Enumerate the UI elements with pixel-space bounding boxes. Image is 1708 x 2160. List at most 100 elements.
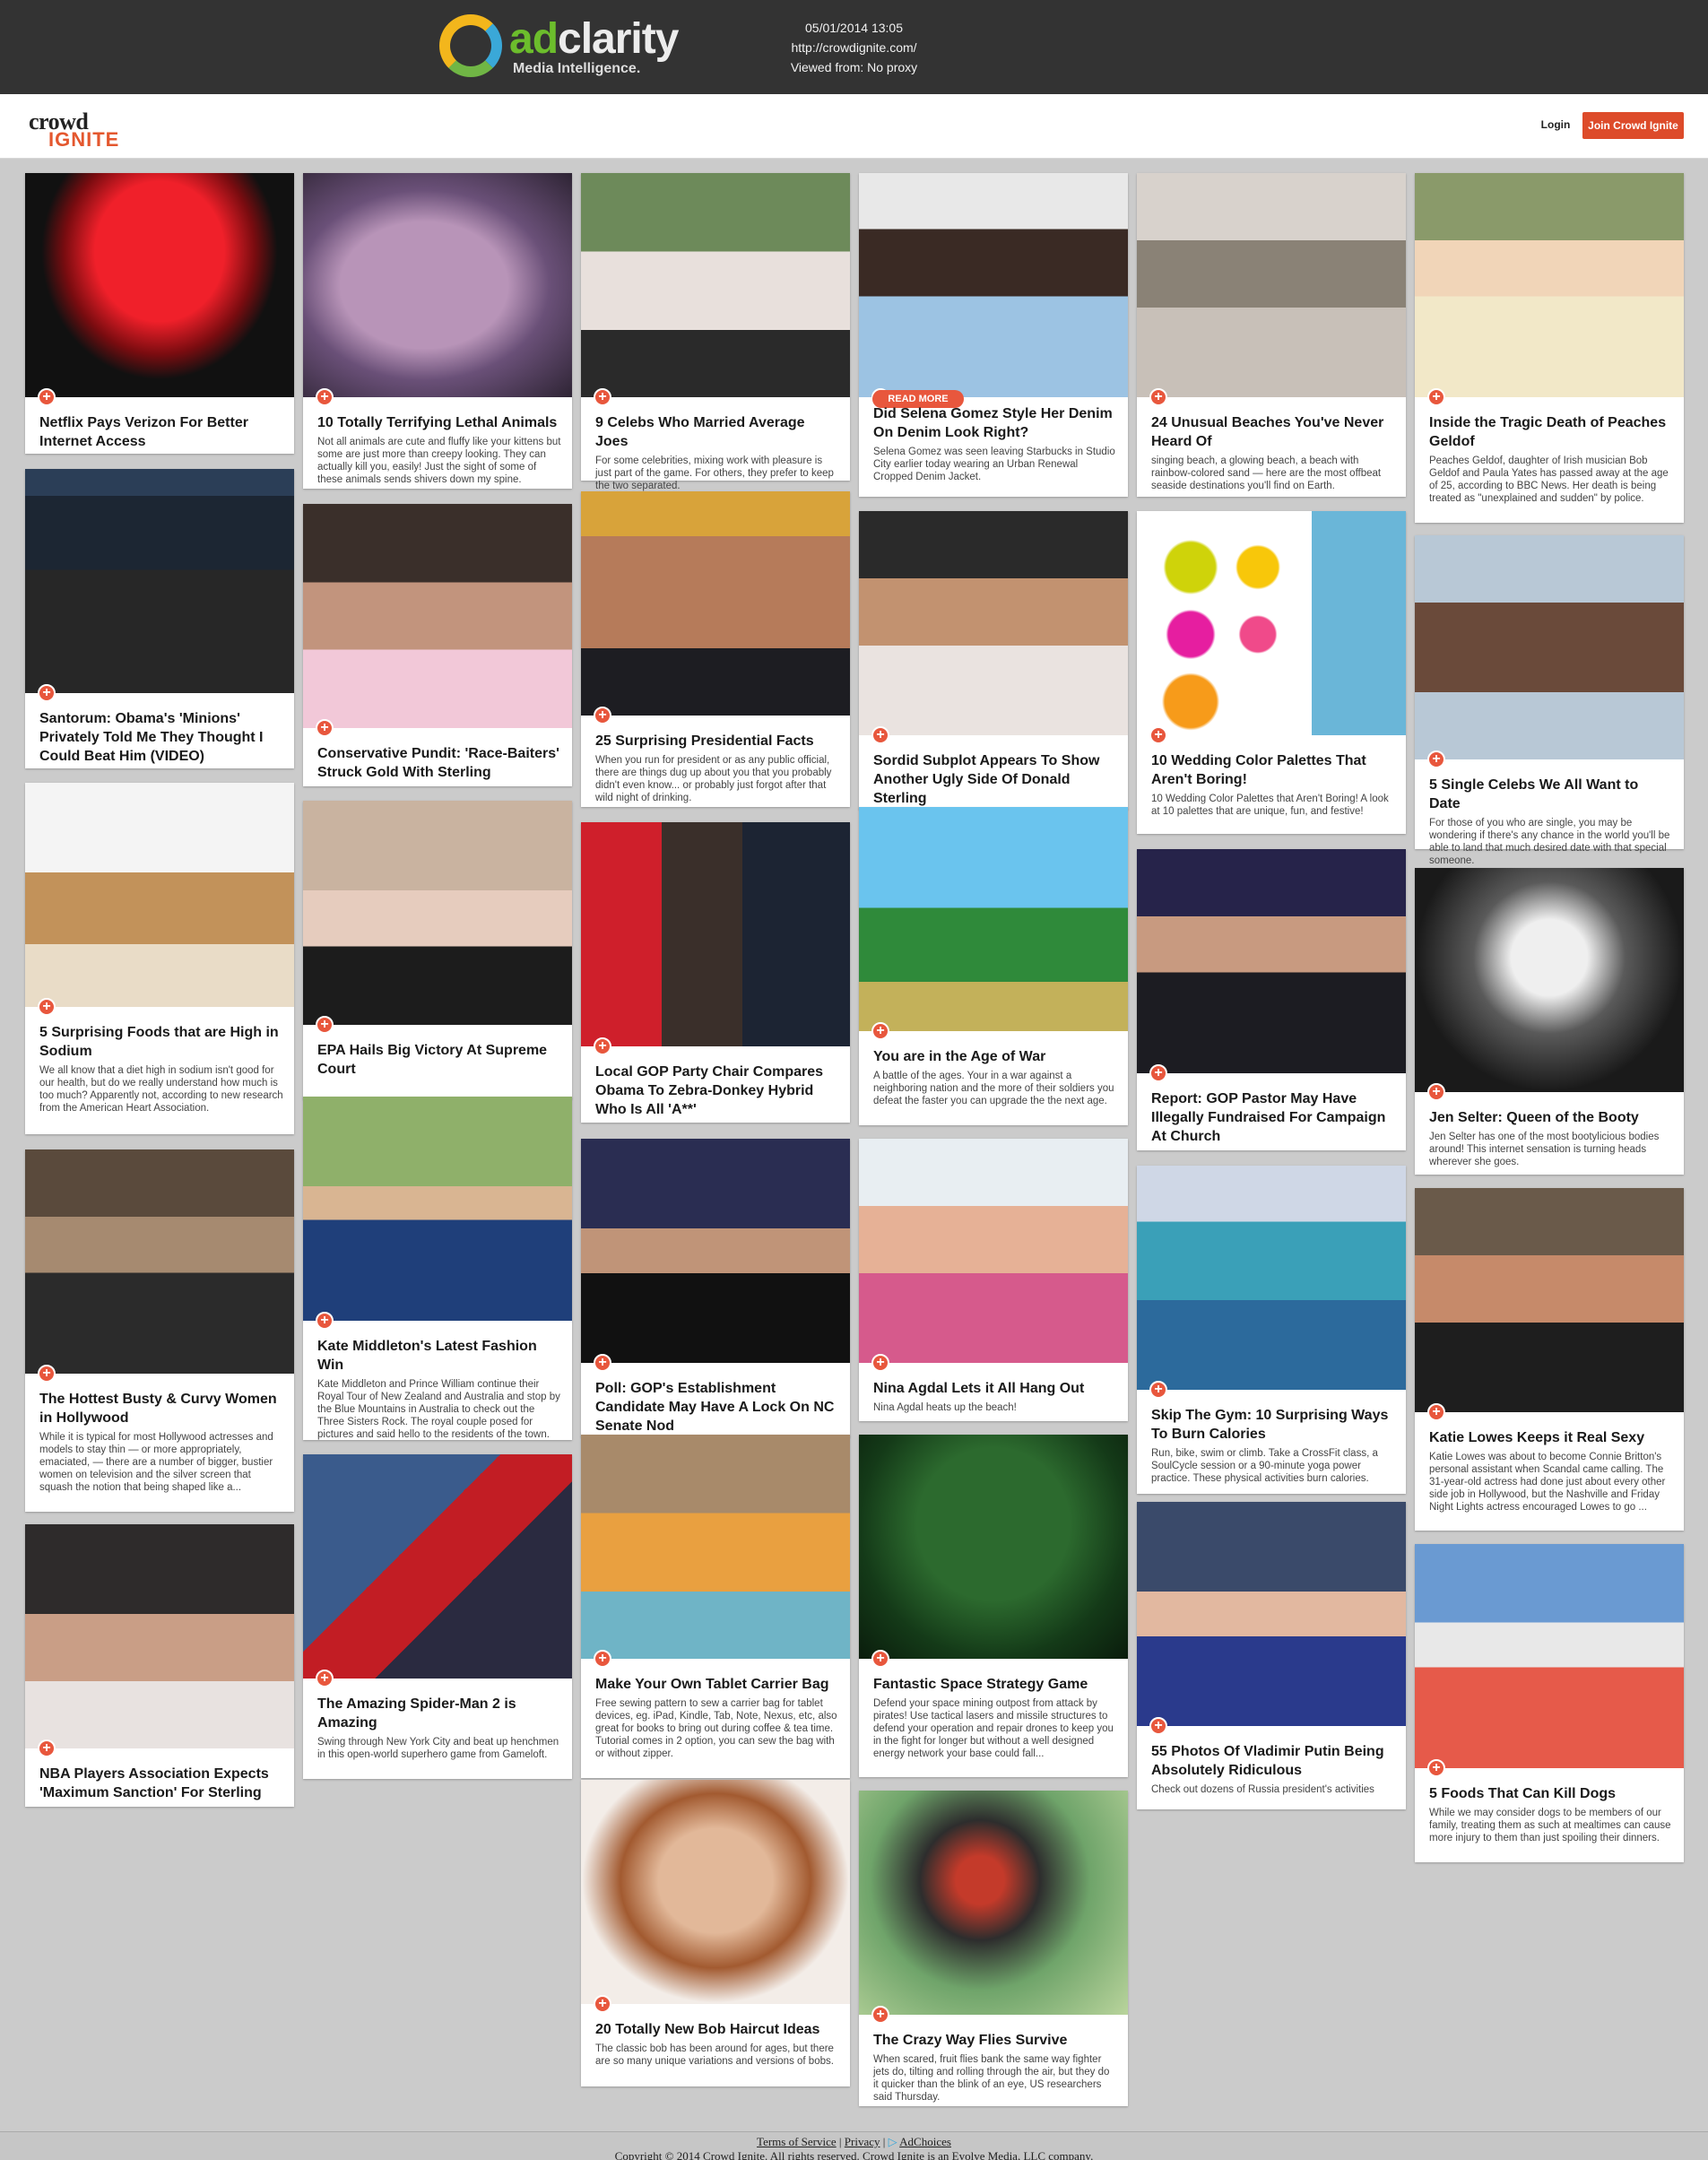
add-plus-icon[interactable]: + <box>1149 726 1167 744</box>
add-plus-icon[interactable]: + <box>871 1022 889 1040</box>
card-title[interactable]: The Crazy Way Flies Survive <box>873 2031 1117 2050</box>
add-plus-icon[interactable]: + <box>594 388 611 406</box>
card-title[interactable]: Make Your Own Tablet Carrier Bag <box>595 1675 839 1694</box>
card-thumbnail[interactable] <box>1137 849 1406 1073</box>
card-title[interactable]: 10 Totally Terrifying Lethal Animals <box>317 413 561 432</box>
card-title[interactable]: Local GOP Party Chair Compares Obama To … <box>595 1063 839 1119</box>
content-card[interactable]: +5 Foods That Can Kill Dogs While we may … <box>1415 1544 1684 1862</box>
card-title[interactable]: Poll: GOP's Establishment Candidate May … <box>595 1379 839 1436</box>
content-card[interactable]: +55 Photos Of Vladimir Putin Being Absol… <box>1137 1502 1406 1809</box>
card-title[interactable]: 20 Totally New Bob Haircut Ideas <box>595 2020 839 2039</box>
add-plus-icon[interactable]: + <box>38 1365 56 1383</box>
card-title[interactable]: 5 Surprising Foods that are High in Sodi… <box>39 1023 283 1061</box>
card-thumbnail[interactable] <box>581 822 850 1046</box>
card-thumbnail[interactable] <box>581 1780 850 2004</box>
add-plus-icon[interactable]: + <box>871 1354 889 1372</box>
card-title[interactable]: Did Selena Gomez Style Her Denim On Deni… <box>873 404 1117 442</box>
content-card[interactable]: +20 Totally New Bob Haircut Ideas The cla… <box>581 1780 850 2086</box>
card-thumbnail[interactable] <box>303 1454 572 1679</box>
add-plus-icon[interactable]: + <box>1149 1381 1167 1399</box>
add-plus-icon[interactable]: + <box>316 1312 334 1330</box>
card-title[interactable]: Nina Agdal Lets it All Hang Out <box>873 1379 1117 1398</box>
content-card[interactable]: + NBA Players Association Expects 'Maximu… <box>25 1524 294 1807</box>
card-title[interactable]: 5 Single Celebs We All Want to Date <box>1429 776 1673 813</box>
login-link[interactable]: Login <box>1524 113 1587 136</box>
add-plus-icon[interactable]: + <box>871 726 889 744</box>
add-plus-icon[interactable]: + <box>594 1037 611 1055</box>
card-thumbnail[interactable] <box>1415 173 1684 397</box>
card-thumbnail[interactable] <box>303 504 572 728</box>
card-thumbnail[interactable] <box>25 783 294 1007</box>
card-thumbnail[interactable] <box>25 469 294 693</box>
add-plus-icon[interactable]: + <box>316 1670 334 1687</box>
card-title[interactable]: 55 Photos Of Vladimir Putin Being Absolu… <box>1151 1742 1395 1780</box>
content-card[interactable]: + EPA Hails Big Victory At Supreme Court <box>303 801 572 1099</box>
card-title[interactable]: 24 Unusual Beaches You've Never Heard Of <box>1151 413 1395 451</box>
join-button[interactable]: Join Crowd Ignite <box>1582 112 1684 139</box>
content-card[interactable]: + Katie Lowes Keeps it Real Sexy Katie Low… <box>1415 1188 1684 1531</box>
add-plus-icon[interactable]: + <box>594 707 611 724</box>
card-title[interactable]: Katie Lowes Keeps it Real Sexy <box>1429 1428 1673 1447</box>
card-thumbnail[interactable] <box>25 1149 294 1374</box>
card-thumbnail[interactable] <box>1415 1188 1684 1412</box>
card-title[interactable]: Skip The Gym: 10 Surprising Ways To Burn… <box>1151 1406 1395 1444</box>
card-thumbnail[interactable] <box>1415 1544 1684 1768</box>
content-card[interactable]: +10 Totally Terrifying Lethal Animals Not… <box>303 173 572 489</box>
card-thumbnail[interactable] <box>1415 535 1684 759</box>
card-thumbnail[interactable] <box>25 173 294 397</box>
content-card[interactable]: +9 Celebs Who Married Average Joes For so… <box>581 173 850 491</box>
content-card[interactable]: + Inside the Tragic Death of Peaches Geld… <box>1415 173 1684 523</box>
content-card[interactable]: +24 Unusual Beaches You've Never Heard O… <box>1137 173 1406 497</box>
content-card[interactable]: +5 Surprising Foods that are High in Sod… <box>25 783 294 1134</box>
card-thumbnail[interactable] <box>581 1435 850 1659</box>
add-plus-icon[interactable]: + <box>1427 750 1445 768</box>
card-thumbnail[interactable] <box>859 1435 1128 1659</box>
add-plus-icon[interactable]: + <box>594 1650 611 1668</box>
card-title[interactable]: Conservative Pundit: 'Race-Baiters' Stru… <box>317 744 561 782</box>
card-thumbnail[interactable] <box>859 1139 1128 1363</box>
card-title[interactable]: Fantastic Space Strategy Game <box>873 1675 1117 1694</box>
content-card[interactable]: +10 Wedding Color Palettes That Aren't B… <box>1137 511 1406 834</box>
add-plus-icon[interactable]: + <box>38 1739 56 1757</box>
card-title[interactable]: Kate Middleton's Latest Fashion Win <box>317 1337 561 1375</box>
add-plus-icon[interactable]: + <box>1149 1064 1167 1082</box>
content-card[interactable]: + Poll: GOP's Establishment Candidate May… <box>581 1139 850 1437</box>
add-plus-icon[interactable]: + <box>594 1995 611 2013</box>
privacy-link[interactable]: Privacy <box>845 2135 880 2148</box>
content-card[interactable]: + Local GOP Party Chair Compares Obama To… <box>581 822 850 1123</box>
add-plus-icon[interactable]: + <box>316 1016 334 1034</box>
content-card[interactable]: + The Crazy Way Flies Survive When scared,… <box>859 1791 1128 2106</box>
card-thumbnail[interactable] <box>303 1097 572 1321</box>
content-card[interactable]: +25 Surprising Presidential Facts When yo… <box>581 491 850 807</box>
card-thumbnail[interactable] <box>25 1524 294 1748</box>
card-thumbnail[interactable] <box>859 173 1128 397</box>
add-plus-icon[interactable]: + <box>1427 1759 1445 1777</box>
card-thumbnail[interactable] <box>1415 868 1684 1092</box>
content-card[interactable]: +READ MOREDid Selena Gomez Style Her Den… <box>859 173 1128 497</box>
add-plus-icon[interactable]: + <box>594 1354 611 1372</box>
terms-link[interactable]: Terms of Service <box>757 2135 837 2148</box>
content-card[interactable]: + Skip The Gym: 10 Surprising Ways To Bur… <box>1137 1166 1406 1494</box>
card-title[interactable]: 9 Celebs Who Married Average Joes <box>595 413 839 451</box>
add-plus-icon[interactable]: + <box>316 388 334 406</box>
add-plus-icon[interactable]: + <box>871 1650 889 1668</box>
card-thumbnail[interactable] <box>581 1139 850 1363</box>
content-card[interactable]: + Sordid Subplot Appears To Show Another … <box>859 511 1128 810</box>
card-thumbnail[interactable] <box>859 1791 1128 2015</box>
card-title[interactable]: Sordid Subplot Appears To Show Another U… <box>873 751 1117 808</box>
content-card[interactable]: + The Hottest Busty & Curvy Women in Holl… <box>25 1149 294 1512</box>
add-plus-icon[interactable]: + <box>871 2006 889 2024</box>
card-title[interactable]: Inside the Tragic Death of Peaches Geldo… <box>1429 413 1673 451</box>
card-thumbnail[interactable] <box>581 491 850 716</box>
card-title[interactable]: Jen Selter: Queen of the Booty <box>1429 1108 1673 1127</box>
add-plus-icon[interactable]: + <box>38 388 56 406</box>
card-thumbnail[interactable] <box>581 173 850 397</box>
card-thumbnail[interactable] <box>1137 173 1406 397</box>
card-title[interactable]: You are in the Age of War <box>873 1047 1117 1066</box>
content-card[interactable]: + Make Your Own Tablet Carrier Bag Free se… <box>581 1435 850 1778</box>
card-title[interactable]: EPA Hails Big Victory At Supreme Court <box>317 1041 561 1079</box>
card-thumbnail[interactable] <box>1137 1166 1406 1390</box>
content-card[interactable]: + Kate Middleton's Latest Fashion Win Kate… <box>303 1097 572 1440</box>
content-card[interactable]: + You are in the Age of War A battle of th… <box>859 807 1128 1125</box>
add-plus-icon[interactable]: + <box>38 998 56 1016</box>
